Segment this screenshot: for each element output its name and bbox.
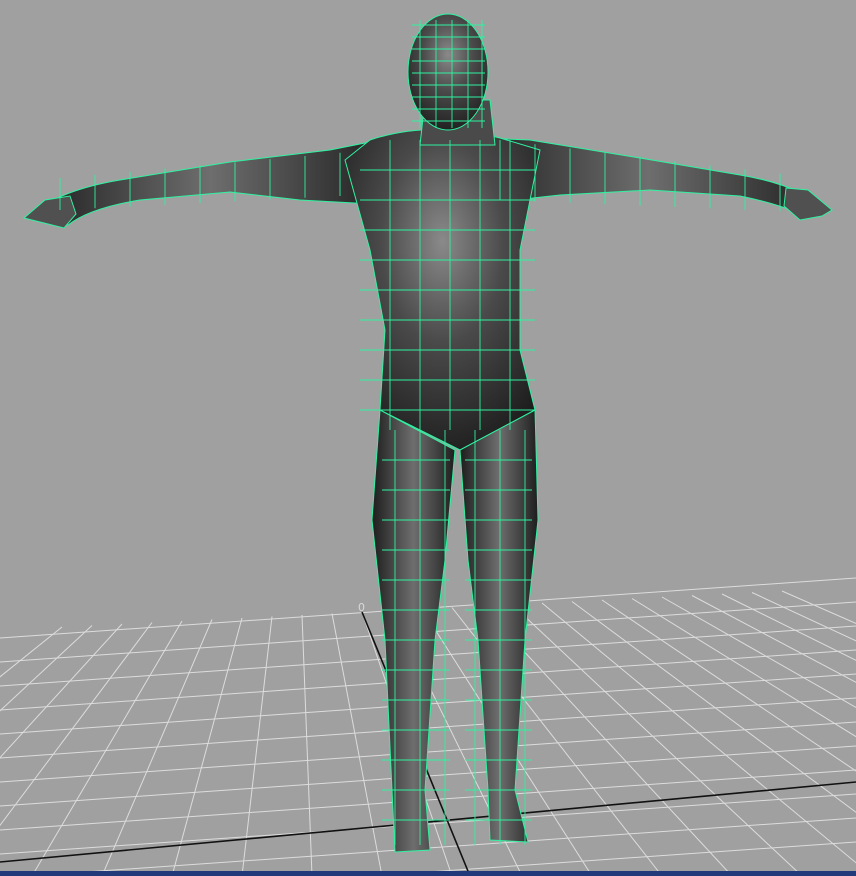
left-arm-mesh [28,139,391,226]
right-leg-mesh [459,409,539,843]
grid-line [0,626,63,678]
grid-line [691,595,856,683]
left-hand-mesh [22,195,77,229]
viewport-canvas[interactable]: 0 [0,0,856,876]
grid-line [31,620,183,876]
right-hand-mesh [783,187,833,221]
grid-line [301,614,313,876]
perspective-viewport[interactable]: 0 [0,0,856,876]
grid-line [0,625,93,712]
viewport-bottom-border [0,871,856,876]
grid-line [331,613,383,876]
grid-line [0,745,856,807]
grid-line [781,590,856,624]
grid-line [101,619,213,876]
grid-origin-label: 0 [358,601,365,614]
grid-line [661,596,856,709]
grid-line [721,593,856,661]
character-mesh[interactable] [22,13,833,853]
